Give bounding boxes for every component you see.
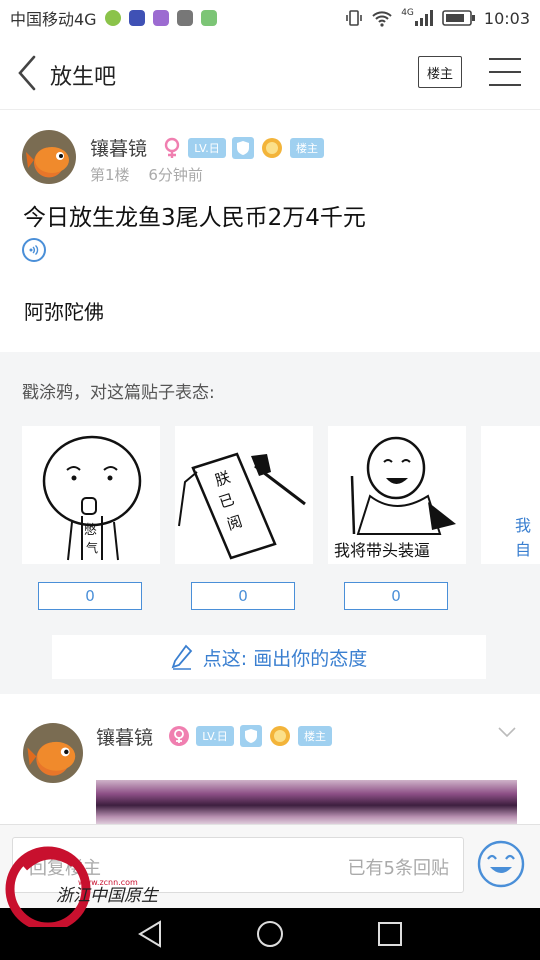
gold-medal-icon [270,726,290,746]
svg-text:浙江中国原生: 浙江中国原生 [56,886,160,906]
emoji-icon[interactable] [476,839,526,889]
svg-text:已: 已 [217,490,237,512]
sticker-partial[interactable]: 我自 [481,426,540,564]
vote-count-box[interactable]: 0 [191,582,295,610]
reply-author-name[interactable]: 镶暮镜 [96,723,153,750]
only-op-button[interactable]: 楼主 [418,56,462,88]
vibrate-icon [346,10,362,26]
level-badge: LV.日 [188,138,226,158]
carrier-label: 中国移动4G [10,10,97,29]
post-image[interactable] [96,780,517,826]
status-left: 中国移动4G [10,6,217,30]
post-author-name[interactable]: 镶暮镜 [90,134,147,161]
top-navbar: 放生吧 楼主 [0,36,540,110]
chevron-down-icon[interactable] [498,727,516,737]
avatar[interactable] [22,130,76,184]
shield-badge-icon [240,725,262,747]
status-right: 4G 10:03 [345,8,530,28]
nav-recents-icon[interactable] [377,921,403,947]
signal-icon [414,10,433,26]
op-badge: 楼主 [290,138,324,158]
app-notification-icon [176,10,193,26]
female-gender-icon [164,137,180,158]
post-body: 阿弥陀佛 [24,300,104,324]
battery-icon [442,10,475,26]
status-bar: 中国移动4G 4G 10:03 [0,0,540,36]
reply-author-badges: LV.日 楼主 [168,724,332,748]
watermark-logo: 浙江中国原生 www.zcnn.com [4,845,174,932]
voice-icon[interactable] [22,238,46,262]
pen-icon [171,644,192,670]
svg-text:朕: 朕 [213,468,233,490]
app-notification-icon [152,10,169,26]
svg-text:阅: 阅 [225,512,245,534]
back-icon[interactable] [16,54,38,92]
post-time: 6分钟前 [148,166,203,184]
svg-text:我将带头装逼: 我将带头装逼 [334,541,430,560]
author-badges: LV.日 楼主 [162,136,324,160]
graffiti-section: 戳涂鸦，对这篇贴子表态: 憋 气 朕 已 阅 我将带头装逼 我自 0 0 0 点… [0,352,540,694]
vote-count-box[interactable]: 0 [344,582,448,610]
app-notification-icon [200,10,217,26]
svg-text:气: 气 [86,540,98,555]
app-notification-icon [104,10,121,26]
leading-the-way-sticker: 我将带头装逼 [334,436,456,560]
post-title: 今日放生龙鱼3尾人民币2万4千元 [23,205,366,231]
svg-text:www.zcnn.com: www.zcnn.com [78,878,138,887]
app-notification-icon [128,10,145,26]
wifi-icon [372,11,392,27]
sticker-document-read[interactable]: 朕 已 阅 [175,426,313,564]
document-signed-sticker: 朕 已 阅 [178,452,306,560]
network-type-label: 4G [401,8,414,18]
draw-attitude-label: 点这: 画出你的态度 [202,647,368,670]
level-badge: LV.日 [196,726,234,746]
floor-info: 第1楼 6分钟前 [90,164,203,185]
svg-text:憋: 憋 [84,523,97,538]
shield-badge-icon [232,137,254,159]
op-badge: 楼主 [298,726,332,746]
reply-count: 已有5条回贴 [347,858,449,879]
gold-medal-icon [262,138,282,158]
partial-sticker-caption: 我自 [515,516,532,559]
floor-number: 第1楼 [90,166,130,184]
draw-attitude-button[interactable]: 点这: 画出你的态度 [52,635,486,679]
vote-count-box[interactable]: 0 [38,582,142,610]
nav-home-icon[interactable] [255,919,285,949]
graffiti-title: 戳涂鸦，对这篇贴子表态: [22,383,215,403]
forum-title[interactable]: 放生吧 [50,59,116,91]
female-gender-icon [169,726,189,746]
menu-icon[interactable] [489,58,521,86]
sticker-holding-breath[interactable]: 憋 气 [22,426,160,564]
holding-breath-face-sticker: 憋 气 [42,435,142,561]
sticker-leading-the-way[interactable]: 我将带头装逼 [328,426,466,564]
avatar[interactable] [23,723,83,783]
clock: 10:03 [483,8,530,28]
